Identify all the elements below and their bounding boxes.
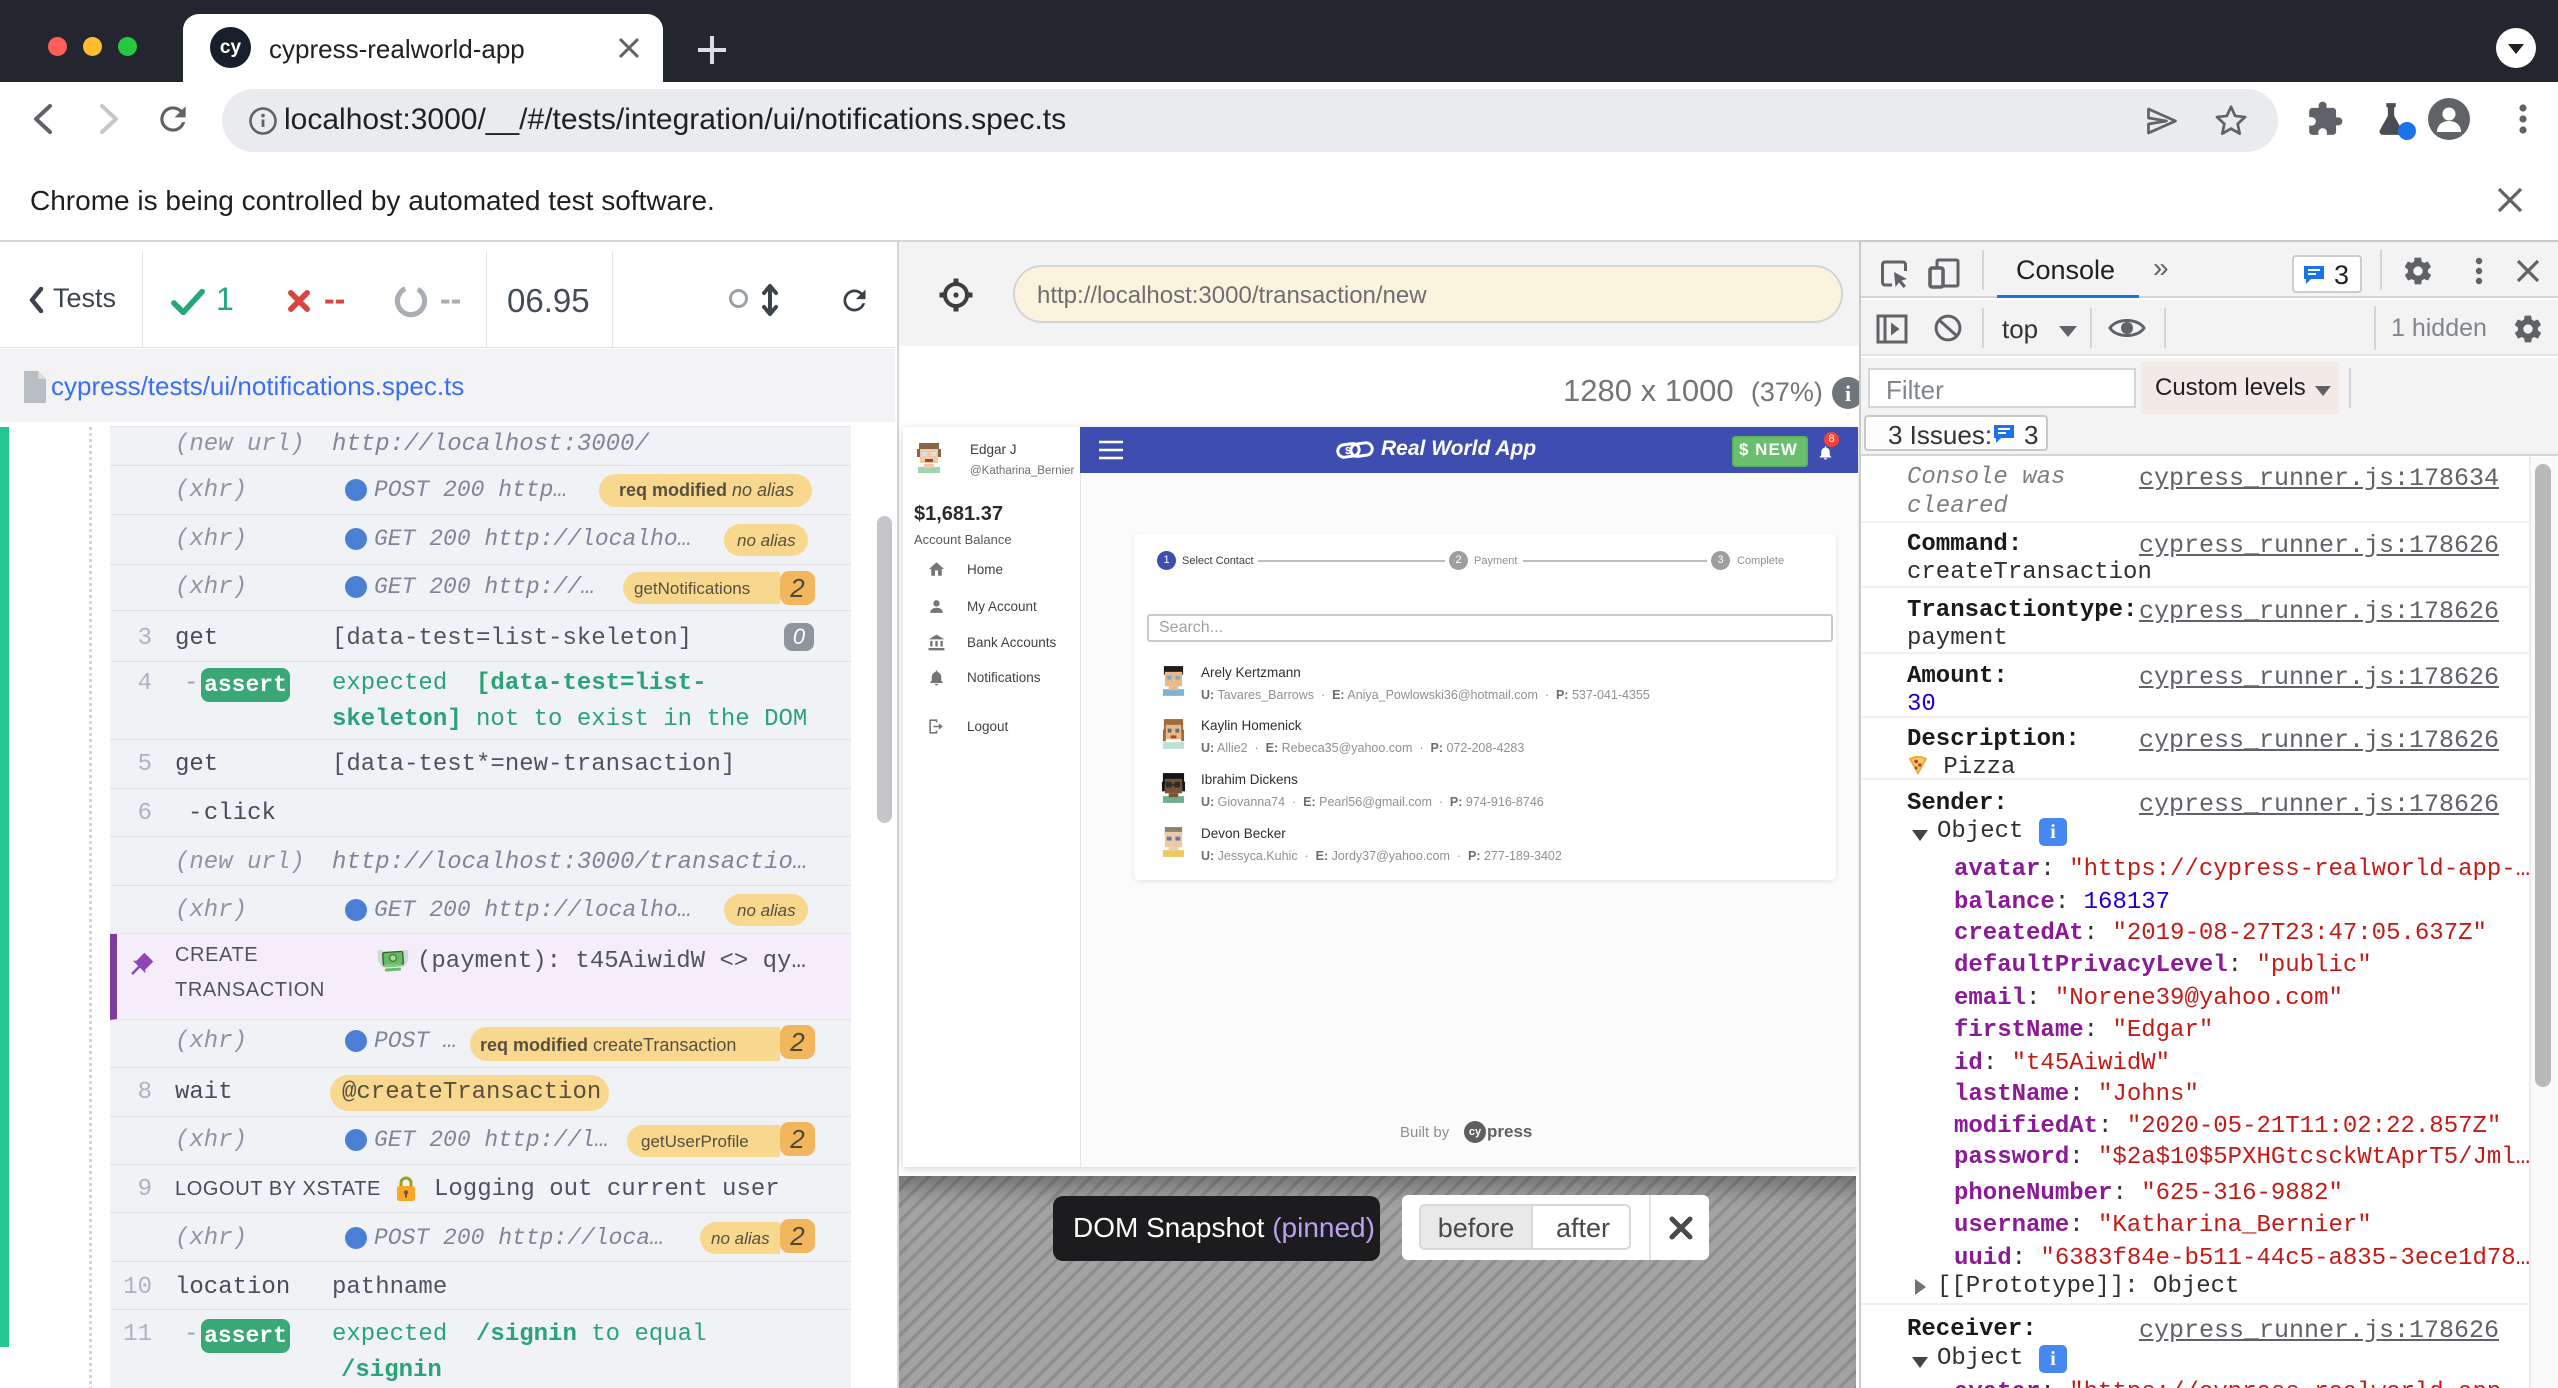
svg-text:$: $ <box>1345 446 1351 457</box>
